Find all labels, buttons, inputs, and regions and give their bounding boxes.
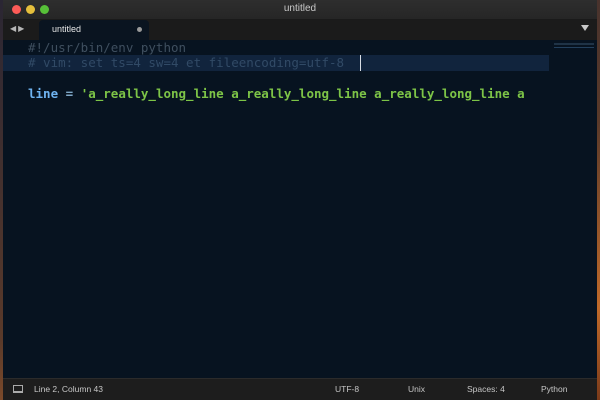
string-token: 'a_really_long_line a_really_long_line a… bbox=[80, 86, 525, 101]
code-line-1: #!/usr/bin/env python bbox=[28, 40, 187, 55]
variable-token: line bbox=[28, 86, 59, 101]
tab-modified-dot-icon[interactable] bbox=[137, 27, 142, 32]
code-editor[interactable]: #!/usr/bin/env python # vim: set ts=4 sw… bbox=[3, 40, 549, 378]
minimap[interactable] bbox=[549, 40, 597, 378]
tab-untitled[interactable]: untitled bbox=[39, 20, 149, 40]
tab-menu-chevron-icon[interactable] bbox=[581, 25, 589, 31]
editor-window: untitled ◀▶ untitled #!/usr/bin/env pyth… bbox=[3, 0, 597, 400]
tab-label: untitled bbox=[52, 24, 82, 34]
panel-toggle-icon[interactable] bbox=[13, 385, 23, 393]
encoding-selector[interactable]: UTF-8 bbox=[335, 384, 359, 394]
text-cursor bbox=[360, 55, 361, 71]
indentation-selector[interactable]: Spaces: 4 bbox=[467, 384, 505, 394]
back-arrow-icon[interactable]: ◀ bbox=[10, 24, 18, 33]
minimap-line bbox=[554, 47, 594, 48]
syntax-selector[interactable]: Python bbox=[541, 384, 567, 394]
title-bar: untitled bbox=[3, 0, 597, 20]
code-line-4: line = 'a_really_long_line a_really_long… bbox=[28, 86, 525, 102]
line-endings-selector[interactable]: Unix bbox=[408, 384, 425, 394]
minimap-viewport[interactable] bbox=[554, 43, 594, 45]
status-bar: Line 2, Column 43 UTF-8 Unix Spaces: 4 P… bbox=[3, 378, 597, 400]
tab-navigation: ◀▶ bbox=[10, 24, 26, 33]
code-line-2: # vim: set ts=4 sw=4 et fileencoding=utf… bbox=[28, 55, 345, 70]
forward-arrow-icon[interactable]: ▶ bbox=[18, 24, 26, 33]
operator-token: = bbox=[58, 86, 81, 101]
window-title: untitled bbox=[283, 3, 317, 14]
tab-bar: ◀▶ untitled bbox=[3, 20, 597, 40]
cursor-position: Line 2, Column 43 bbox=[34, 384, 103, 394]
